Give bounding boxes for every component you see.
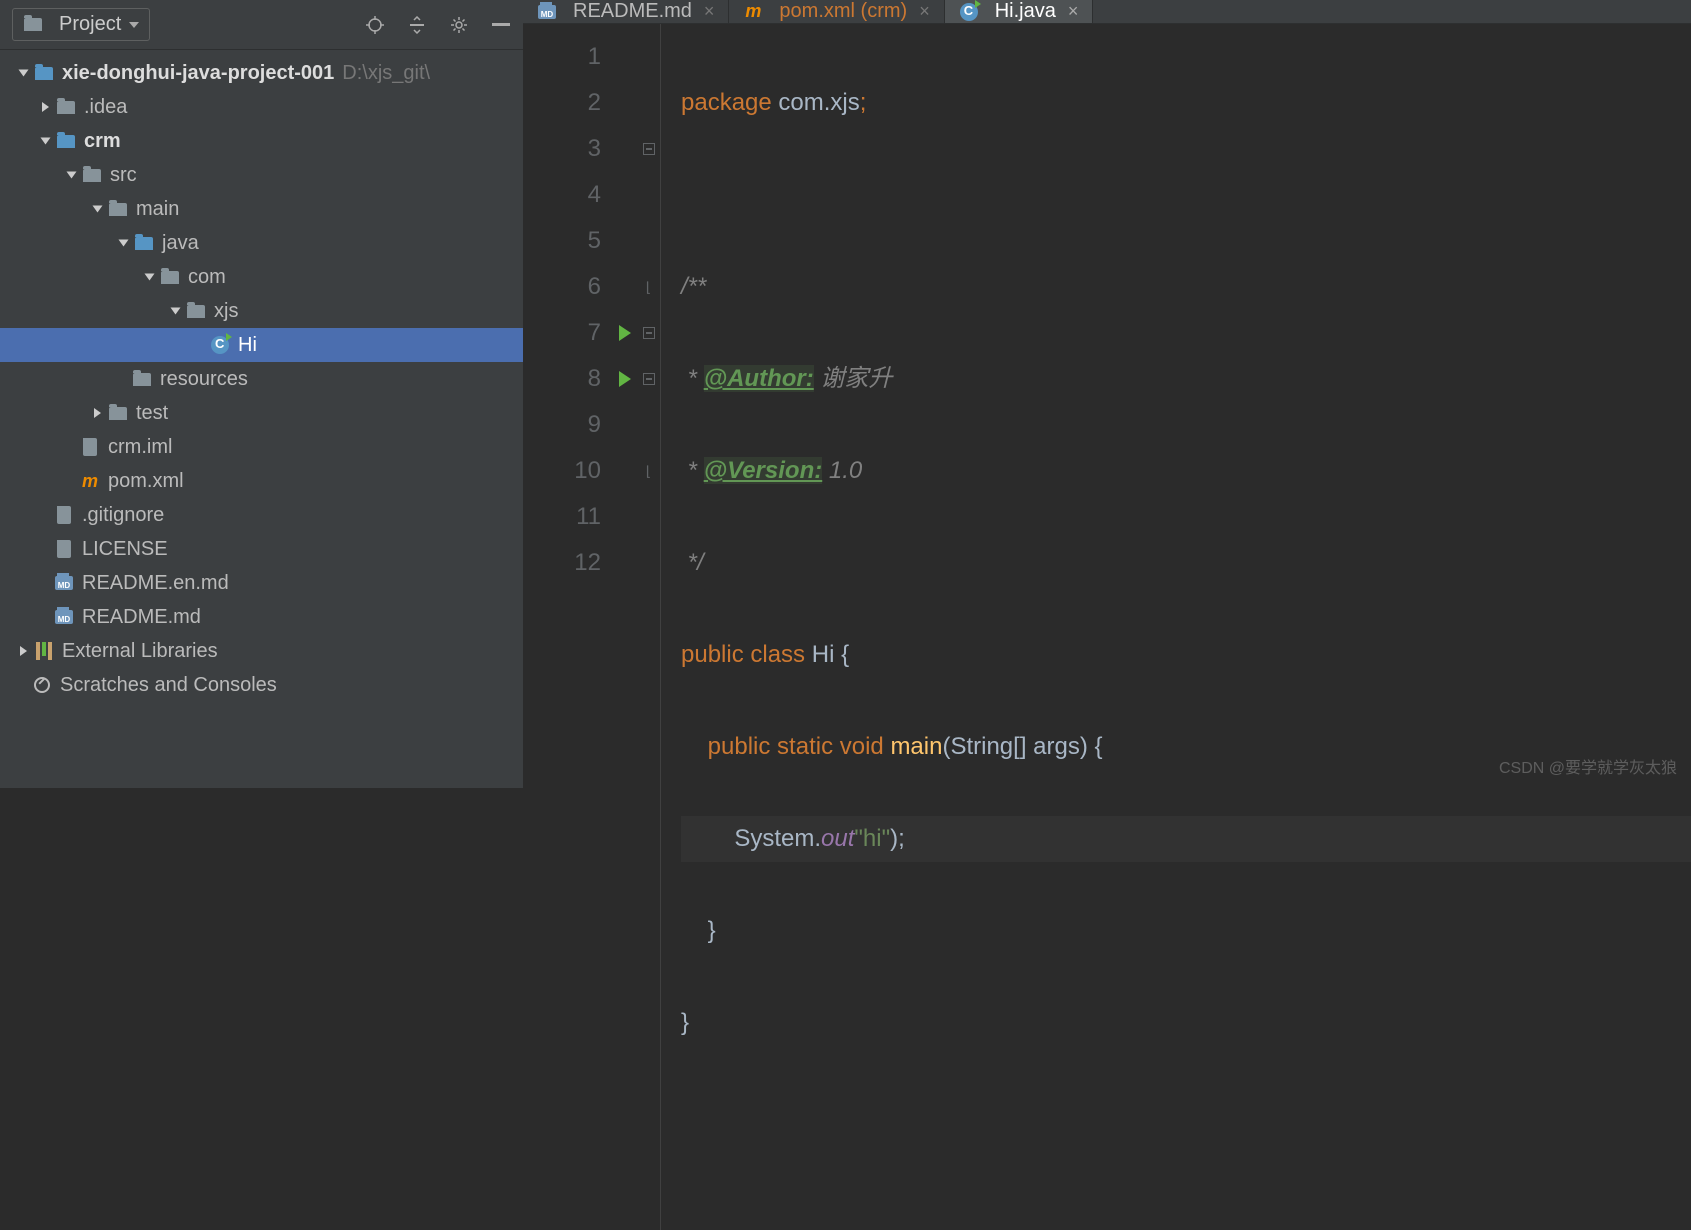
tree-java[interactable]: java	[0, 226, 523, 260]
code-editor[interactable]: 123456789101112 ⌊ ⌊ package com.xjs; /**…	[523, 24, 1691, 1230]
tree-external-libraries[interactable]: External Libraries	[0, 634, 523, 668]
expand-all-icon[interactable]	[407, 15, 427, 35]
project-label: Project	[59, 13, 121, 36]
fold-end-icon[interactable]: ⌊	[637, 264, 660, 310]
run-line-icon[interactable]	[613, 310, 637, 356]
java-class-icon	[959, 2, 979, 22]
watermark: CSDN @要学就学灰太狼	[1499, 754, 1677, 778]
tab-hi-java[interactable]: Hi.java×	[945, 0, 1094, 23]
tree-crm-iml[interactable]: crm.iml	[0, 430, 523, 464]
tab-readme[interactable]: MDREADME.md×	[523, 0, 729, 23]
minimize-icon[interactable]	[491, 15, 511, 35]
tree-hi[interactable]: Hi	[0, 328, 523, 362]
project-view-selector[interactable]: Project	[12, 8, 150, 41]
editor-tabs: MDREADME.md× mpom.xml (crm)× Hi.java×	[523, 0, 1691, 24]
editor-pane: MDREADME.md× mpom.xml (crm)× Hi.java× 12…	[523, 0, 1691, 788]
tree-resources[interactable]: resources	[0, 362, 523, 396]
chevron-down-icon	[129, 22, 139, 28]
tree-com[interactable]: com	[0, 260, 523, 294]
tree-gitignore[interactable]: .gitignore	[0, 498, 523, 532]
run-line-icon[interactable]	[613, 356, 637, 402]
gear-icon[interactable]	[449, 15, 469, 35]
run-gutter	[613, 24, 637, 1230]
line-numbers: 123456789101112	[523, 24, 613, 1230]
tree-src[interactable]: src	[0, 158, 523, 192]
tree-idea[interactable]: .idea	[0, 90, 523, 124]
fold-icon[interactable]	[637, 356, 660, 402]
tree-crm[interactable]: crm	[0, 124, 523, 158]
project-tree: xie-donghui-java-project-001D:\xjs_git\ …	[0, 50, 523, 788]
fold-icon[interactable]	[637, 310, 660, 356]
fold-icon[interactable]	[637, 126, 660, 172]
tab-pom[interactable]: mpom.xml (crm)×	[729, 0, 944, 23]
tree-readme-en[interactable]: MDREADME.en.md	[0, 566, 523, 600]
maven-icon: m	[743, 2, 763, 22]
project-sidebar: Project xie-donghui-java-project-001D:\x…	[0, 0, 523, 788]
tree-main[interactable]: main	[0, 192, 523, 226]
tree-root[interactable]: xie-donghui-java-project-001D:\xjs_git\	[0, 56, 523, 90]
tree-pom[interactable]: mpom.xml	[0, 464, 523, 498]
tree-test[interactable]: test	[0, 396, 523, 430]
code-content[interactable]: package com.xjs; /** * @Author: 谢家升 * @V…	[661, 24, 1691, 1230]
close-icon[interactable]: ×	[1068, 1, 1079, 22]
close-icon[interactable]: ×	[704, 1, 715, 22]
sidebar-header: Project	[0, 0, 523, 50]
tree-scratches[interactable]: Scratches and Consoles	[0, 668, 523, 702]
tree-license[interactable]: LICENSE	[0, 532, 523, 566]
tree-xjs[interactable]: xjs	[0, 294, 523, 328]
fold-end-icon[interactable]: ⌊	[637, 448, 660, 494]
md-icon: MD	[537, 2, 557, 22]
tree-readme[interactable]: MDREADME.md	[0, 600, 523, 634]
project-icon	[23, 15, 43, 35]
fold-gutter: ⌊ ⌊	[637, 24, 661, 1230]
locate-icon[interactable]	[365, 15, 385, 35]
close-icon[interactable]: ×	[919, 1, 930, 22]
